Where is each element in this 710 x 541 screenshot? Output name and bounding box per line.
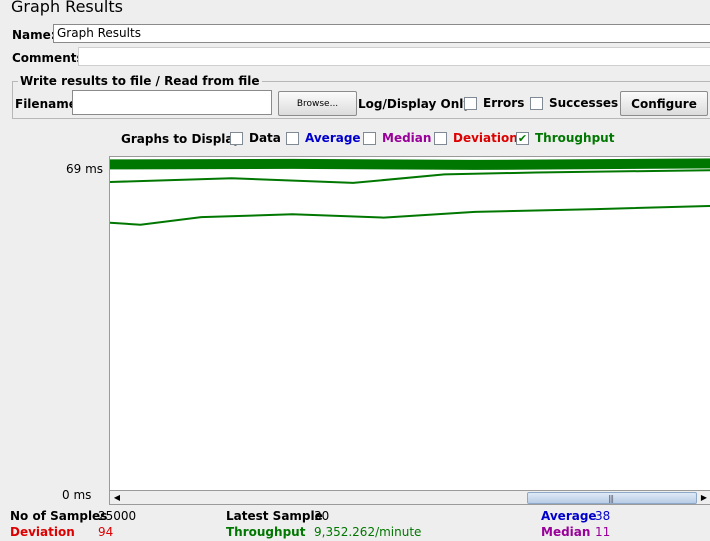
graph-results-window: Graph Results Name: Graph Results Commen… (0, 0, 710, 541)
graph-data-label: Data (249, 131, 281, 145)
file-panel-legend: Write results to file / Read from file (18, 74, 262, 88)
graphs-to-display-label: Graphs to Display (121, 132, 241, 146)
deviation-label: Deviation (10, 525, 75, 539)
successes-checkbox[interactable]: Successes (530, 96, 618, 110)
graph-throughput-label: Throughput (535, 131, 615, 145)
graph-median-checkbox[interactable]: Median (363, 131, 431, 145)
filename-label: Filename (15, 97, 77, 111)
median-value: 11 (595, 525, 611, 539)
median-label: Median (541, 525, 591, 539)
throughput-line-0 (110, 158, 710, 170)
average-value: 38 (595, 509, 611, 523)
graph-deviation-box[interactable] (434, 131, 447, 145)
graph-average-checkbox[interactable]: Average (286, 131, 361, 145)
configure-button[interactable]: Configure (620, 91, 708, 116)
graph-deviation-label: Deviation (453, 131, 518, 145)
graph-throughput-checkbox[interactable]: ✔ Throughput (516, 131, 614, 145)
page-title: Graph Results (11, 0, 123, 16)
name-label: Name: (12, 28, 56, 42)
scroll-grip-icon: ||| (608, 494, 614, 503)
graph-average-label: Average (305, 131, 361, 145)
graph-throughput-box[interactable]: ✔ (516, 131, 529, 145)
horizontal-scrollbar[interactable]: ◀ ||| ▶ (109, 490, 710, 505)
browse-button[interactable]: Browse... (278, 91, 357, 116)
successes-checkbox-box[interactable] (530, 96, 543, 110)
graph-deviation-checkbox[interactable]: Deviation (434, 131, 518, 145)
samples-value: 25000 (98, 509, 137, 523)
name-field[interactable]: Graph Results (53, 24, 710, 43)
successes-label: Successes (549, 96, 619, 110)
throughput-value: 9,352.262/minute (314, 525, 422, 539)
scroll-left-icon[interactable]: ◀ (112, 493, 122, 503)
errors-checkbox-box[interactable] (464, 96, 477, 110)
filename-input[interactable] (72, 90, 272, 115)
samples-label: No of Samples (10, 509, 108, 523)
scrollbar-thumb[interactable]: ||| (527, 492, 697, 504)
deviation-value: 94 (98, 525, 114, 539)
y-tick-min: 0 ms (62, 488, 92, 502)
errors-label: Errors (483, 96, 525, 110)
graph-data-box[interactable] (230, 131, 243, 145)
y-tick-max: 69 ms (66, 162, 104, 176)
graph-median-box[interactable] (363, 131, 376, 145)
scroll-right-icon[interactable]: ▶ (699, 493, 709, 503)
throughput-line-1 (110, 169, 710, 184)
log-display-label: Log/Display Only: (358, 97, 476, 111)
throughput-line-2 (110, 204, 710, 226)
graph-svg (110, 158, 710, 226)
errors-checkbox[interactable]: Errors (464, 96, 524, 110)
graph-median-label: Median (382, 131, 432, 145)
graph-area (109, 156, 710, 491)
latest-sample-label: Latest Sample (226, 509, 323, 523)
comments-label: Comments: (12, 51, 89, 65)
throughput-label: Throughput (226, 525, 306, 539)
average-label: Average (541, 509, 597, 523)
latest-sample-value: 30 (314, 509, 330, 523)
graph-data-checkbox[interactable]: Data (230, 131, 281, 145)
comments-field[interactable] (78, 47, 710, 66)
graph-average-box[interactable] (286, 131, 299, 145)
